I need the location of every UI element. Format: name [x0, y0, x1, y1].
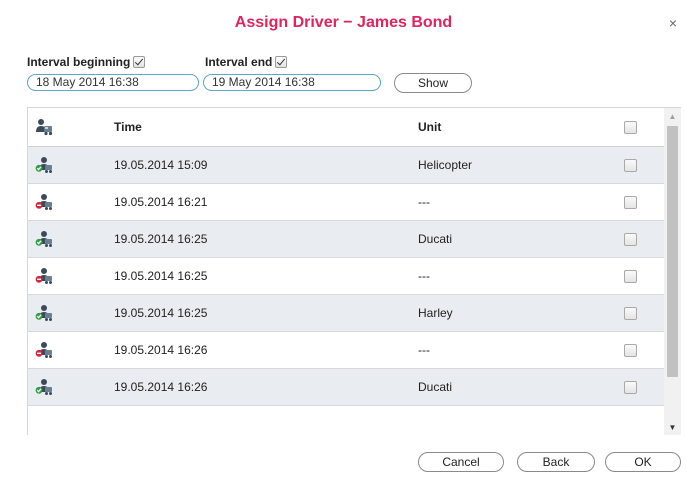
unassigned-driver-icon-svg — [35, 194, 52, 210]
assigned-driver-icon-svg — [35, 305, 52, 321]
table-row[interactable]: 19.05.2014 16:25 Harley — [28, 295, 664, 332]
row-unit: Ducati — [418, 232, 453, 246]
row-checkbox[interactable] — [624, 369, 637, 405]
interval-end-checkbox[interactable] — [275, 56, 288, 68]
assigned-driver-icon — [32, 369, 56, 405]
show-button[interactable]: Show — [394, 73, 472, 93]
unit-column-header[interactable]: Unit — [418, 108, 441, 146]
row-unit: --- — [418, 195, 430, 209]
row-checkbox[interactable] — [624, 295, 637, 331]
interval-end-label: Interval end — [205, 55, 273, 69]
unassigned-driver-icon-svg — [35, 268, 52, 284]
cancel-button[interactable]: Cancel — [418, 452, 504, 472]
ok-button[interactable]: OK — [605, 452, 681, 472]
row-checkbox-box[interactable] — [624, 306, 637, 320]
table-row[interactable]: 19.05.2014 16:25 --- — [28, 258, 664, 295]
select-all-checkbox[interactable] — [624, 108, 637, 146]
row-checkbox[interactable] — [624, 221, 637, 257]
interval-beginning-checkbox[interactable] — [133, 56, 146, 68]
assigned-driver-icon — [32, 147, 56, 183]
assigned-driver-icon-svg — [35, 379, 52, 395]
table-header: Time Unit — [28, 108, 664, 147]
row-unit: --- — [418, 269, 430, 283]
interval-beginning-label-group: Interval beginning — [27, 55, 146, 69]
row-unit: Ducati — [418, 380, 453, 394]
row-time: 19.05.2014 16:26 — [114, 380, 208, 394]
assign-driver-dialog: Assign Driver − James Bond × Interval be… — [0, 0, 687, 484]
time-column-header[interactable]: Time — [114, 108, 142, 146]
row-checkbox-box[interactable] — [624, 380, 637, 394]
scroll-down-icon[interactable]: ▼ — [664, 419, 681, 435]
row-time: 19.05.2014 16:25 — [114, 269, 208, 283]
interval-end-input[interactable]: 19 May 2014 16:38 — [203, 74, 381, 91]
row-checkbox-box[interactable] — [624, 232, 637, 246]
driver-assignments-table: Time Unit 19.05.2014 15:09 Helicopter 19.0… — [27, 107, 681, 435]
back-button[interactable]: Back — [517, 452, 595, 472]
table-row[interactable]: 19.05.2014 16:26 --- — [28, 332, 664, 369]
table-row[interactable]: 19.05.2014 16:26 Ducati — [28, 369, 664, 406]
scrollbar-thumb[interactable] — [667, 126, 678, 377]
row-checkbox[interactable] — [624, 332, 637, 368]
assigned-driver-icon-svg — [35, 231, 52, 247]
row-time: 19.05.2014 16:25 — [114, 232, 208, 246]
unassigned-driver-icon — [32, 258, 56, 294]
row-time: 19.05.2014 15:09 — [114, 158, 208, 172]
row-time: 19.05.2014 16:25 — [114, 306, 208, 320]
row-checkbox-box[interactable] — [624, 195, 637, 209]
driver-header-svg — [36, 119, 53, 136]
row-time: 19.05.2014 16:21 — [114, 195, 208, 209]
unassigned-driver-icon-svg — [35, 342, 52, 358]
scroll-up-icon[interactable]: ▲ — [664, 108, 681, 124]
dialog-title: Assign Driver − James Bond — [234, 14, 453, 31]
unassigned-driver-icon — [32, 184, 56, 220]
row-checkbox-box[interactable] — [624, 343, 637, 357]
table-row[interactable]: 19.05.2014 16:25 Ducati — [28, 221, 664, 258]
row-time: 19.05.2014 16:26 — [114, 343, 208, 357]
driver-icon — [32, 108, 56, 146]
interval-end-label-group: Interval end — [205, 55, 288, 69]
row-checkbox-box[interactable] — [624, 158, 637, 172]
interval-beginning-label: Interval beginning — [27, 55, 131, 69]
row-unit: Helicopter — [418, 158, 473, 172]
row-checkbox[interactable] — [624, 258, 637, 294]
assigned-driver-icon — [32, 295, 56, 331]
unassigned-driver-icon — [32, 332, 56, 368]
row-unit: Harley — [418, 306, 453, 320]
assigned-driver-icon — [32, 221, 56, 257]
assigned-driver-icon-svg — [35, 157, 52, 173]
row-checkbox[interactable] — [624, 184, 637, 220]
table-scrollbar[interactable]: ▲ ▼ — [664, 108, 681, 435]
row-unit: --- — [418, 343, 430, 357]
row-checkbox[interactable] — [624, 147, 637, 183]
select-all-checkbox-box[interactable] — [624, 120, 637, 134]
close-icon[interactable]: × — [669, 16, 677, 30]
table-row[interactable]: 19.05.2014 15:09 Helicopter — [28, 147, 664, 184]
interval-beginning-input[interactable]: 18 May 2014 16:38 — [27, 74, 199, 91]
row-checkbox-box[interactable] — [624, 269, 637, 283]
table-row[interactable]: 19.05.2014 16:21 --- — [28, 184, 664, 221]
